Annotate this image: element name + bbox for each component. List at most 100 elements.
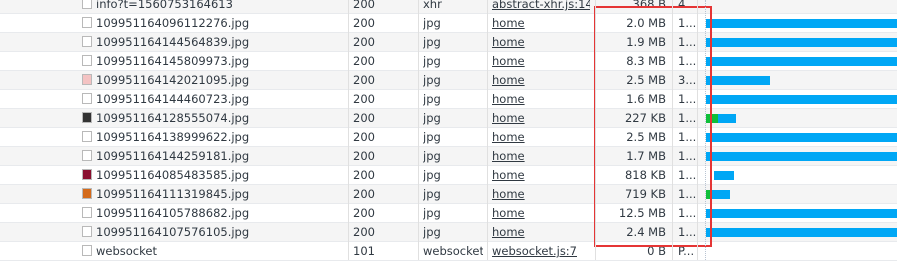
request-initiator: home (492, 204, 590, 222)
waterfall-cell (702, 109, 897, 127)
request-initiator: home (492, 185, 590, 203)
table-row[interactable]: 109951164138999622.jpg 200 jpg home 2.5 MB 1.… (0, 128, 897, 147)
request-time: 1... (678, 206, 696, 220)
initiator-link[interactable]: home (492, 73, 525, 87)
waterfall-cell (702, 147, 897, 165)
request-status: 200 (353, 54, 375, 68)
request-type: jpg (423, 54, 441, 68)
request-name[interactable]: 109951164144460723.jpg (96, 90, 344, 108)
request-initiator: home (492, 90, 590, 108)
request-name[interactable]: websocket (96, 242, 344, 260)
table-row[interactable]: 109951164142021095.jpg 200 jpg home 2.5 MB 3.… (0, 71, 897, 90)
column-divider[interactable] (348, 0, 349, 260)
image-icon (82, 93, 92, 104)
table-row[interactable]: 109951164128555074.jpg 200 jpg home 227 KB 1.… (0, 109, 897, 128)
request-status: 200 (353, 225, 375, 239)
waterfall-download-bar (718, 114, 736, 123)
request-name[interactable]: 109951164107576105.jpg (96, 223, 344, 241)
waterfall-download-bar (714, 171, 734, 180)
request-size: 818 KB (624, 168, 666, 182)
request-status: 200 (353, 206, 375, 220)
request-size: 227 KB (624, 111, 666, 125)
table-row[interactable]: websocket 101 websocket websocket.js:7 0 B P.… (0, 242, 897, 261)
request-name[interactable]: 109951164105788682.jpg (96, 204, 344, 222)
initiator-link[interactable]: home (492, 54, 525, 68)
waterfall-cell (702, 128, 897, 146)
initiator-link[interactable]: abstract-xhr.js:144 (492, 0, 590, 11)
request-name[interactable]: 109951164085483585.jpg (96, 166, 344, 184)
request-type: jpg (423, 187, 441, 201)
request-name[interactable]: 109951164111319845.jpg (96, 185, 344, 203)
table-row[interactable]: 109951164085483585.jpg 200 jpg home 818 KB 1.… (0, 166, 897, 185)
column-divider[interactable] (487, 0, 488, 260)
request-time: 1... (678, 92, 696, 106)
request-status: 200 (353, 73, 375, 87)
initiator-link[interactable]: home (492, 16, 525, 30)
waterfall-download-bar (706, 152, 897, 161)
image-dark-icon (82, 112, 92, 123)
waterfall-cell (702, 185, 897, 203)
request-initiator: home (492, 33, 590, 51)
request-type: jpg (423, 130, 441, 144)
initiator-link[interactable]: home (492, 206, 525, 220)
request-time: 3... (678, 73, 696, 87)
column-divider[interactable] (595, 0, 596, 260)
request-status: 200 (353, 35, 375, 49)
request-initiator: home (492, 223, 590, 241)
request-size: 2.5 MB (626, 130, 666, 144)
table-row[interactable]: 109951164105788682.jpg 200 jpg home 12.5 MB 1… (0, 204, 897, 223)
waterfall-download-bar (706, 38, 897, 47)
request-type: jpg (423, 206, 441, 220)
request-name[interactable]: 109951164144259181.jpg (96, 147, 344, 165)
request-status: 101 (353, 244, 375, 258)
request-time: 1... (678, 130, 696, 144)
request-initiator: home (492, 109, 590, 127)
request-name[interactable]: 109951164145809973.jpg (96, 52, 344, 70)
initiator-link[interactable]: home (492, 35, 525, 49)
image-icon (82, 131, 92, 142)
table-row[interactable]: 109951164144460723.jpg 200 jpg home 1.6 MB 1.… (0, 90, 897, 109)
table-row[interactable]: 109951164107576105.jpg 200 jpg home 2.4 MB 1.… (0, 223, 897, 242)
image-icon (82, 226, 92, 237)
request-size: 12.5 MB (618, 206, 666, 220)
initiator-link[interactable]: websocket.js:7 (492, 244, 577, 258)
request-name[interactable]: info?t=1560753164613 (96, 0, 344, 13)
table-row[interactable]: 109951164111319845.jpg 200 jpg home 719 KB 1.… (0, 185, 897, 204)
request-name[interactable]: 109951164138999622.jpg (96, 128, 344, 146)
table-row[interactable]: 109951164096112276.jpg 200 jpg home 2.0 MB 1.… (0, 14, 897, 33)
request-time: 1... (678, 225, 696, 239)
initiator-link[interactable]: home (492, 187, 525, 201)
request-status: 200 (353, 0, 375, 11)
table-row[interactable]: 109951164145809973.jpg 200 jpg home 8.3 MB 1.… (0, 52, 897, 71)
waterfall-cell (702, 14, 897, 32)
column-divider[interactable] (672, 0, 673, 260)
request-type: jpg (423, 73, 441, 87)
waterfall-cell (702, 242, 897, 260)
request-time: 1... (678, 35, 696, 49)
request-size: 1.6 MB (626, 92, 666, 106)
image-maroon-icon (82, 169, 92, 180)
request-name[interactable]: 109951164142021095.jpg (96, 71, 344, 89)
request-name[interactable]: 109951164144564839.jpg (96, 33, 344, 51)
request-size: 2.5 MB (626, 73, 666, 87)
request-name[interactable]: 109951164096112276.jpg (96, 14, 344, 32)
initiator-link[interactable]: home (492, 149, 525, 163)
initiator-link[interactable]: home (492, 111, 525, 125)
request-size: 8.3 MB (626, 54, 666, 68)
table-row[interactable]: 109951164144564839.jpg 200 jpg home 1.9 MB 1.… (0, 33, 897, 52)
table-row[interactable]: 109951164144259181.jpg 200 jpg home 1.7 MB 1.… (0, 147, 897, 166)
initiator-link[interactable]: home (492, 130, 525, 144)
request-size: 2.0 MB (626, 16, 666, 30)
request-time: 1... (678, 149, 696, 163)
table-row[interactable]: info?t=1560753164613 200 xhr abstract-xhr.j… (0, 0, 897, 14)
initiator-link[interactable]: home (492, 92, 525, 106)
column-divider[interactable] (697, 0, 698, 260)
request-time: 1... (678, 111, 696, 125)
column-divider[interactable] (418, 0, 419, 260)
request-initiator: home (492, 52, 590, 70)
initiator-link[interactable]: home (492, 168, 525, 182)
request-name[interactable]: 109951164128555074.jpg (96, 109, 344, 127)
initiator-link[interactable]: home (492, 225, 525, 239)
request-status: 200 (353, 149, 375, 163)
request-size: 1.7 MB (626, 149, 666, 163)
